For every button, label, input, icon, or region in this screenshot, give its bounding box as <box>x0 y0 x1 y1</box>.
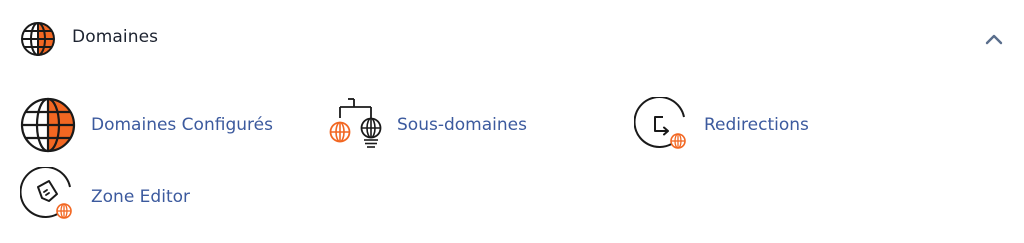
tool-redirections[interactable]: Redirections <box>634 94 834 156</box>
section-title: Domaines <box>72 27 159 47</box>
tool-label-redirections[interactable]: Redirections <box>704 115 809 135</box>
domains-panel: Domaines Domaines Configurés Sous-domain… <box>0 0 1024 243</box>
tool-label-zone-editor[interactable]: Zone Editor <box>91 187 190 207</box>
zone-editor-icon <box>20 167 72 219</box>
globe-icon <box>20 97 76 153</box>
section-header-domains[interactable]: Domaines <box>0 0 1024 76</box>
tool-label-domaines-configures[interactable]: Domaines Configurés <box>91 115 273 135</box>
tool-label-sous-domaines[interactable]: Sous-domaines <box>397 115 527 135</box>
tool-zone-editor[interactable]: Zone Editor <box>20 166 220 228</box>
tool-sous-domaines[interactable]: Sous-domaines <box>326 94 546 156</box>
globe-icon <box>21 22 55 56</box>
tool-domaines-configures[interactable]: Domaines Configurés <box>20 94 290 156</box>
subdomains-tree-icon <box>329 98 382 148</box>
chevron-up-icon[interactable] <box>983 30 1005 48</box>
redirect-icon <box>634 97 686 149</box>
